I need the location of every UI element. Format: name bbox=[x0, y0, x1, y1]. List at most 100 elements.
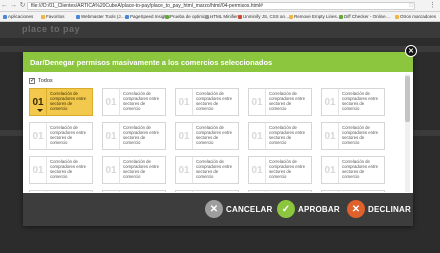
bookmark-otros[interactable]: Otros marcadores bbox=[395, 12, 436, 22]
card-description: Correlación de compradores entre sectore… bbox=[269, 159, 306, 179]
todos-checkbox-row[interactable]: ✓ Todos bbox=[29, 78, 53, 84]
bookmarks-bar: Aplicaciones Favoritos Webmaster Tools (… bbox=[0, 12, 440, 22]
commerce-card[interactable]: 01Correlación de compradores entre secto… bbox=[248, 156, 312, 184]
card-number: 01 bbox=[30, 157, 47, 183]
card-description: Correlación de compradores entre sectore… bbox=[339, 191, 384, 192]
bookmark-webmaster[interactable]: Webmaster Tools (J… bbox=[76, 12, 125, 22]
cancel-button[interactable]: ✕ CANCELAR bbox=[205, 200, 273, 218]
card-description: Correlación de compradores entre sectore… bbox=[196, 159, 233, 179]
card-description: Correlación de compradores entre sectore… bbox=[50, 125, 87, 145]
decline-button[interactable]: ✕ DECLINAR bbox=[347, 200, 411, 218]
commerce-card[interactable]: 01Correlación de compradores entre secto… bbox=[175, 190, 239, 192]
browser-toolbar: ← → ↻ file:///D:/01_Clientes/ARTICA%20Cu… bbox=[0, 0, 440, 12]
scroll-thumb[interactable] bbox=[405, 76, 410, 122]
bookmark-unminify[interactable]: Unminify JS, CSS an… bbox=[238, 12, 290, 22]
commerce-card[interactable]: 01Correlación de compradores entre secto… bbox=[321, 88, 385, 116]
modal-close-button[interactable]: ✕ bbox=[405, 45, 417, 57]
card-number: 01 bbox=[322, 123, 339, 149]
commerce-card[interactable]: 01Correlación de compradores entre secto… bbox=[29, 156, 93, 184]
card-number: 01 bbox=[176, 191, 193, 192]
address-bar[interactable]: file:///D:/01_Clientes/ARTICA%20CubeA/pl… bbox=[27, 2, 415, 10]
bookmark-favoritos[interactable]: Favoritos bbox=[41, 12, 65, 22]
commerce-card[interactable]: 01Correlación de compradores entre secto… bbox=[29, 190, 93, 192]
page-header: place to pay bbox=[0, 22, 440, 38]
bookmark-diff-checker[interactable]: Diff Checker - Online… bbox=[339, 12, 390, 22]
commerce-card[interactable]: 01Correlación de compradores entre secto… bbox=[248, 88, 312, 116]
bookmark-remove-lines[interactable]: Remove Empty Lines… bbox=[289, 12, 341, 22]
card-number: 01 bbox=[322, 157, 339, 183]
card-description: Correlación de compradores entre sectore… bbox=[342, 125, 379, 145]
bookmark-apps[interactable]: Aplicaciones bbox=[3, 12, 33, 22]
commerce-card[interactable]: 01Correlación de compradores entre secto… bbox=[248, 190, 312, 192]
card-description: Correlación de compradores entre sectore… bbox=[196, 91, 233, 111]
commerce-card[interactable]: 01Correlación de compradores entre secto… bbox=[29, 88, 93, 116]
commerce-card[interactable]: 01Correlación de compradores entre secto… bbox=[175, 88, 239, 116]
commerce-card[interactable]: 01Correlación de compradores entre secto… bbox=[321, 156, 385, 184]
bookmark-star-icon[interactable]: ☆ bbox=[408, 1, 414, 11]
page-icon bbox=[165, 15, 169, 19]
page-icon bbox=[205, 15, 209, 19]
card-description: Correlación de compradores entre sectore… bbox=[120, 191, 165, 192]
card-description: Correlación de compradores entre sectore… bbox=[342, 159, 379, 179]
page-icon bbox=[289, 15, 293, 19]
card-description: Correlación de compradores entre sectore… bbox=[342, 91, 379, 111]
page-logo: place to pay bbox=[22, 24, 81, 34]
bookmark-pagespeed[interactable]: PageSpeed Insights bbox=[125, 12, 170, 22]
modal-footer: ✕ CANCELAR ✓ APROBAR ✕ DECLINAR bbox=[23, 193, 413, 226]
card-number: 01 bbox=[322, 191, 339, 192]
card-description: Correlación de compradores entre sectore… bbox=[266, 191, 311, 192]
back-icon[interactable]: ← bbox=[0, 0, 9, 12]
card-description: Correlación de compradores entre sectore… bbox=[269, 125, 306, 145]
approve-button[interactable]: ✓ APROBAR bbox=[277, 200, 340, 218]
apps-icon bbox=[3, 15, 7, 19]
page-icon bbox=[238, 15, 242, 19]
card-description: Correlación de compradores entre sectore… bbox=[50, 159, 87, 179]
commerce-card[interactable]: 01Correlación de compradores entre secto… bbox=[175, 122, 239, 150]
approve-label: APROBAR bbox=[298, 204, 340, 214]
cancel-label: CANCELAR bbox=[226, 204, 273, 214]
commerce-card[interactable]: 01Correlación de compradores entre secto… bbox=[102, 88, 166, 116]
commerce-card[interactable]: 01Correlación de compradores entre secto… bbox=[321, 190, 385, 192]
page-icon bbox=[339, 15, 343, 19]
card-description: Correlación de compradores entre sectore… bbox=[50, 91, 87, 111]
forward-icon[interactable]: → bbox=[9, 0, 18, 12]
card-number: 01 bbox=[322, 89, 339, 115]
folder-icon bbox=[41, 15, 45, 19]
commerce-card[interactable]: 01Correlación de compradores entre secto… bbox=[248, 122, 312, 150]
decline-label: DECLINAR bbox=[368, 204, 411, 214]
modal-scrollbar[interactable] bbox=[405, 74, 410, 192]
reload-icon[interactable]: ↻ bbox=[18, 0, 27, 12]
commerce-card[interactable]: 01Correlación de compradores entre secto… bbox=[321, 122, 385, 150]
card-description: Correlación de compradores entre sectore… bbox=[123, 159, 160, 179]
card-description: Correlación de compradores entre sectore… bbox=[47, 191, 92, 192]
close-icon: ✕ bbox=[205, 200, 223, 218]
commerce-card[interactable]: 01Correlación de compradores entre secto… bbox=[102, 122, 166, 150]
close-icon: ✕ bbox=[347, 200, 365, 218]
commerce-grid: 01 Correlación de compradores entre secto… bbox=[29, 88, 403, 192]
permissions-modal: Dar/Denegar permisos masivamente a los c… bbox=[23, 52, 413, 226]
todos-checkbox[interactable]: ✓ bbox=[29, 78, 35, 84]
todos-label: Todos bbox=[38, 78, 53, 84]
commerce-card[interactable]: 01Correlación de compradores entre secto… bbox=[29, 122, 93, 150]
commerce-card[interactable]: 01Correlación de compradores entre secto… bbox=[102, 156, 166, 184]
card-number: 01 bbox=[249, 191, 266, 192]
menu-icon[interactable]: ⋮ bbox=[429, 1, 436, 11]
commerce-card[interactable]: 01Correlación de compradores entre secto… bbox=[175, 156, 239, 184]
card-description: Correlación de compradores entre sectore… bbox=[123, 125, 160, 145]
card-number: 01 bbox=[249, 123, 266, 149]
folder-icon bbox=[395, 15, 399, 19]
card-number: 01 bbox=[30, 89, 47, 115]
modal-title: Dar/Denegar permisos masivamente a los c… bbox=[30, 57, 273, 67]
card-number: 01 bbox=[103, 89, 120, 115]
card-number: 01 bbox=[176, 89, 193, 115]
check-icon: ✓ bbox=[277, 200, 295, 218]
bookmark-html-minifier[interactable]: HTML Minifier bbox=[205, 12, 238, 22]
card-number: 01 bbox=[249, 157, 266, 183]
card-number: 01 bbox=[30, 123, 47, 149]
commerce-card[interactable]: 01Correlación de compradores entre secto… bbox=[102, 190, 166, 192]
page-icon bbox=[76, 15, 80, 19]
card-number: 01 bbox=[30, 191, 47, 192]
card-description: Correlación de compradores entre sectore… bbox=[196, 125, 233, 145]
card-number: 01 bbox=[103, 191, 120, 192]
card-description: Correlación de compradores entre sectore… bbox=[269, 91, 306, 111]
